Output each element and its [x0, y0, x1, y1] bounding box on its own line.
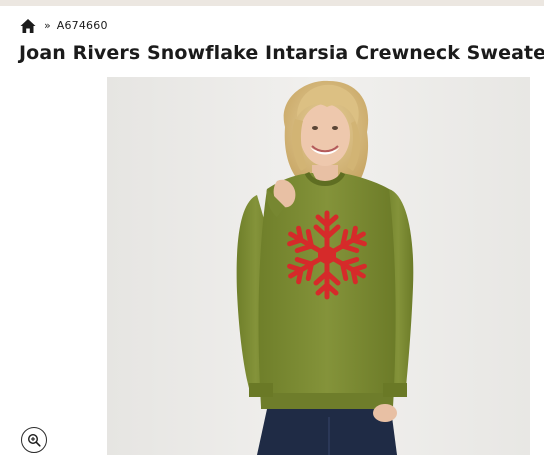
zoom-in-icon — [27, 433, 41, 447]
product-image[interactable] — [107, 77, 530, 455]
home-link[interactable] — [19, 17, 37, 35]
breadcrumb-item-number: A674660 — [56, 19, 108, 32]
product-title: Joan Rivers Snowflake Intarsia Crewneck … — [19, 42, 544, 64]
breadcrumb: » A674660 — [19, 17, 108, 35]
zoom-button[interactable] — [21, 427, 47, 453]
breadcrumb-separator: » — [44, 19, 51, 32]
home-icon — [20, 19, 36, 33]
top-strip — [0, 0, 544, 6]
